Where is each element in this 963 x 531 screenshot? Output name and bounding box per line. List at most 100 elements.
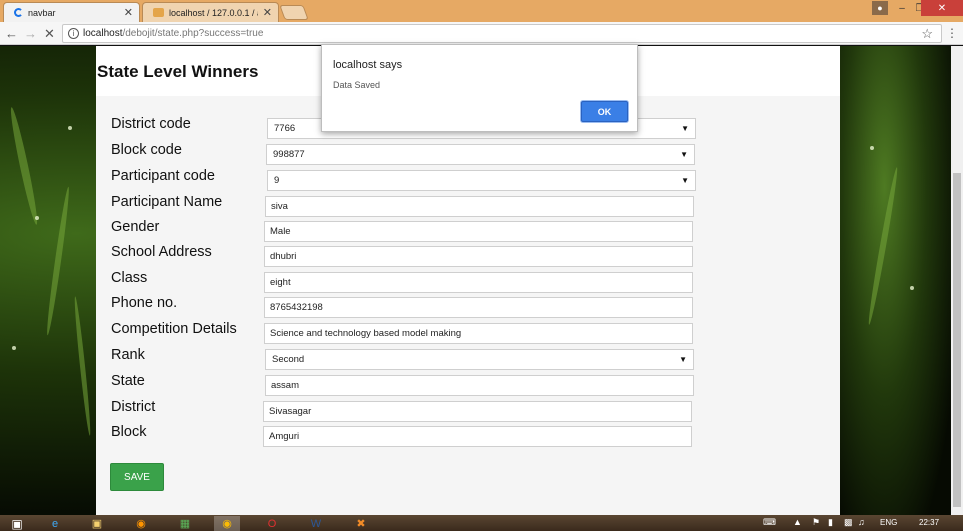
field-label: District xyxy=(111,399,156,415)
grass-decoration xyxy=(7,106,41,226)
participant-code-select[interactable]: 9 ▼ xyxy=(267,170,696,191)
field-label: Block xyxy=(111,424,147,440)
field-label: Rank xyxy=(111,347,145,363)
state-input[interactable] xyxy=(265,375,694,396)
field-label: Block code xyxy=(111,142,182,158)
firefox-icon[interactable]: ◉ xyxy=(128,516,154,531)
dew-drop-decoration xyxy=(910,286,914,290)
field-label: District code xyxy=(111,116,191,132)
rank-select[interactable]: Second ▼ xyxy=(265,349,694,370)
store-icon[interactable]: ▦ xyxy=(172,516,198,531)
new-tab-button[interactable] xyxy=(279,5,309,20)
window-close-icon[interactable]: ✕ xyxy=(921,0,963,16)
district-input[interactable] xyxy=(263,401,692,422)
browser-menu-icon[interactable]: ⋮ xyxy=(946,26,958,40)
form-row-school-address: School Address xyxy=(96,244,840,267)
grass-decoration xyxy=(44,186,72,336)
form-row-state: State xyxy=(96,373,840,396)
back-arrow-icon[interactable]: ← xyxy=(5,26,18,41)
keyboard-icon[interactable]: ⌨ xyxy=(763,517,776,528)
windows-start-icon[interactable]: ▣ xyxy=(4,516,30,531)
form-row-gender: Gender xyxy=(96,219,840,242)
url-field[interactable]: i localhost/debojit/state.php?success=tr… xyxy=(62,24,942,43)
gender-input[interactable] xyxy=(264,221,693,242)
internet-explorer-icon[interactable]: e xyxy=(42,516,68,531)
loading-spinner-icon xyxy=(14,8,23,17)
dew-drop-decoration xyxy=(870,146,874,150)
tab-navbar[interactable]: navbar ✕ xyxy=(3,2,140,22)
bookmark-star-icon[interactable]: ☆ xyxy=(921,26,933,42)
flag-icon[interactable]: ⚑ xyxy=(812,517,820,528)
chrome-icon[interactable]: ◉ xyxy=(214,516,240,531)
form-row-district: District xyxy=(96,399,840,422)
dew-drop-decoration xyxy=(12,346,16,350)
volume-icon[interactable]: ♫ xyxy=(858,517,865,527)
opera-icon[interactable]: O xyxy=(259,516,285,531)
alert-dialog: localhost says Data Saved OK xyxy=(321,44,638,132)
tab-close-icon[interactable]: ✕ xyxy=(263,6,272,19)
competition-details-input[interactable] xyxy=(264,323,693,344)
tab-title: navbar xyxy=(28,7,56,18)
phone-input[interactable] xyxy=(264,297,693,318)
block-code-select[interactable]: 998877 ▼ xyxy=(266,144,695,165)
dropdown-arrow-icon: ▼ xyxy=(680,150,688,159)
dew-drop-decoration xyxy=(35,216,39,220)
field-label: Participant code xyxy=(111,168,215,184)
class-input[interactable] xyxy=(264,272,693,293)
network-icon[interactable]: ▩ xyxy=(844,517,853,528)
select-value: 9 xyxy=(274,175,280,186)
url-host: localhost xyxy=(83,28,123,39)
tab-title: localhost / 127.0.0.1 / ab xyxy=(169,7,258,18)
clock[interactable]: 22:37 xyxy=(919,518,939,527)
file-explorer-icon[interactable]: ▣ xyxy=(84,516,110,531)
dialog-title: localhost says xyxy=(333,59,403,71)
field-label: Class xyxy=(111,270,148,286)
form-row-participant-name: Participant Name xyxy=(96,194,840,217)
form-row-phone: Phone no. xyxy=(96,295,840,318)
form-row-participant-code: Participant code 9 ▼ xyxy=(96,168,840,191)
tab-phpmyadmin[interactable]: localhost / 127.0.0.1 / ab ✕ xyxy=(142,2,279,22)
select-value: Second xyxy=(272,354,305,365)
forward-arrow-icon[interactable]: → xyxy=(24,26,37,41)
field-label: Participant Name xyxy=(111,194,223,210)
page-scrollbar[interactable] xyxy=(951,46,963,515)
form-row-competition-details: Competition Details xyxy=(96,321,840,344)
school-address-input[interactable] xyxy=(264,246,693,267)
scrollbar-thumb[interactable] xyxy=(953,173,961,507)
participant-name-input[interactable] xyxy=(265,196,694,217)
field-label: Phone no. xyxy=(111,295,178,311)
form-row-block: Block xyxy=(96,424,840,447)
info-icon[interactable]: i xyxy=(68,28,79,39)
address-bar: ← → ✕ i localhost/debojit/state.php?succ… xyxy=(0,22,963,45)
windows-taskbar: ▣ e ▣ ◉ ▦ ◉ O W ✖ ⌨ ▲ ⚑ ▮ ▩ ♫ ENG 22:37 xyxy=(0,515,963,531)
word-icon[interactable]: W xyxy=(303,516,329,531)
select-value: 998877 xyxy=(273,149,305,160)
form-row-class: Class xyxy=(96,270,840,293)
stop-loading-icon[interactable]: ✕ xyxy=(44,26,55,42)
dropdown-arrow-icon: ▼ xyxy=(681,124,689,133)
tray-arrow-icon[interactable]: ▲ xyxy=(793,517,802,527)
battery-icon[interactable]: ▮ xyxy=(828,517,833,528)
form-row-rank: Rank Second ▼ xyxy=(96,347,840,370)
form-row-block-code: Block code 998877 ▼ xyxy=(96,142,840,165)
language-indicator[interactable]: ENG xyxy=(880,518,897,527)
field-label: School Address xyxy=(111,244,212,260)
save-button[interactable]: SAVE xyxy=(110,463,164,491)
dropdown-arrow-icon: ▼ xyxy=(681,176,689,185)
phpmyadmin-favicon-icon xyxy=(153,8,164,17)
ok-button[interactable]: OK xyxy=(581,101,628,122)
dialog-message: Data Saved xyxy=(333,80,381,90)
field-label: Competition Details xyxy=(111,321,237,337)
tab-strip: navbar ✕ localhost / 127.0.0.1 / ab ✕ ● … xyxy=(0,0,963,22)
user-profile-icon[interactable]: ● xyxy=(872,1,888,15)
dew-drop-decoration xyxy=(68,126,72,130)
block-input[interactable] xyxy=(263,426,692,447)
background-right xyxy=(840,46,951,515)
xampp-icon[interactable]: ✖ xyxy=(348,516,374,531)
field-label: Gender xyxy=(111,219,160,235)
tab-close-icon[interactable]: ✕ xyxy=(124,6,133,19)
field-label: State xyxy=(111,373,145,389)
select-value: 7766 xyxy=(274,123,296,134)
dropdown-arrow-icon: ▼ xyxy=(679,355,687,364)
page-title: State Level Winners xyxy=(97,62,259,81)
